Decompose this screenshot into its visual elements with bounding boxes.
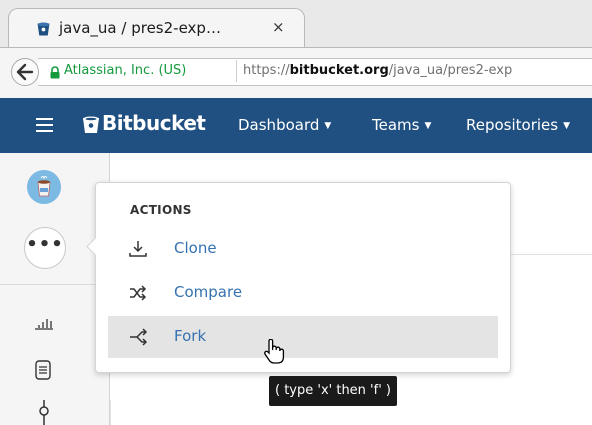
back-arrow-icon (16, 63, 34, 81)
actions-heading: ACTIONS (130, 203, 192, 217)
browser-tab-strip: java_ua / pres2-exp… × (0, 0, 592, 49)
address-bar: Atlassian, Inc. (US) https://bitbucket.o… (0, 47, 592, 98)
chevron-down-icon: ▼ (424, 121, 432, 131)
chevron-down-icon: ▼ (563, 121, 571, 131)
certificate-org[interactable]: Atlassian, Inc. (US) (64, 63, 186, 78)
fork-icon (130, 328, 148, 346)
more-actions-button[interactable]: ••• (24, 227, 66, 269)
keyboard-shortcut-tooltip: ( type 'x' then 'f' ) (269, 376, 397, 406)
nav-repositories[interactable]: Repositories ▼ (466, 116, 570, 134)
browser-tab[interactable]: java_ua / pres2-exp… × (8, 8, 305, 48)
url-text[interactable]: https://bitbucket.org/java_ua/pres2-exp (243, 63, 512, 78)
action-label: Fork (174, 327, 207, 345)
new-tab-button[interactable] (303, 8, 343, 49)
tab-close-icon[interactable]: × (272, 18, 285, 36)
shuffle-icon (130, 285, 147, 301)
nav-teams[interactable]: Teams ▼ (372, 116, 431, 134)
download-icon (129, 241, 147, 257)
hamburger-menu-icon[interactable] (36, 118, 53, 136)
back-button[interactable] (11, 58, 39, 86)
lock-icon (50, 66, 60, 79)
commits-icon[interactable] (34, 400, 54, 425)
action-compare[interactable]: Compare (108, 272, 498, 314)
app-header: Bitbucket Dashboard ▼ Teams ▼ Repositories… (0, 98, 592, 153)
hand-pointer-icon (264, 339, 285, 364)
source-file-icon[interactable] (34, 360, 52, 380)
action-fork[interactable]: Fork (108, 316, 498, 358)
repo-avatar[interactable] (27, 170, 61, 204)
actions-dropdown: ACTIONS Clone Compare Fork (86, 182, 511, 373)
bitbucket-logo-icon[interactable] (80, 114, 102, 136)
url-separator (236, 60, 237, 82)
chevron-down-icon: ▼ (324, 121, 332, 131)
action-label: Clone (174, 239, 217, 257)
repo-avatar-icon (27, 170, 61, 204)
overview-chart-icon[interactable] (34, 314, 54, 330)
sidebar-divider (0, 284, 110, 285)
bitbucket-logo[interactable]: Bitbucket (102, 111, 206, 135)
bitbucket-favicon-icon (37, 22, 50, 36)
tab-title: java_ua / pres2-exp… (59, 19, 221, 37)
nav-dashboard[interactable]: Dashboard ▼ (238, 116, 331, 134)
action-label: Compare (174, 283, 243, 301)
action-clone[interactable]: Clone (108, 228, 498, 270)
